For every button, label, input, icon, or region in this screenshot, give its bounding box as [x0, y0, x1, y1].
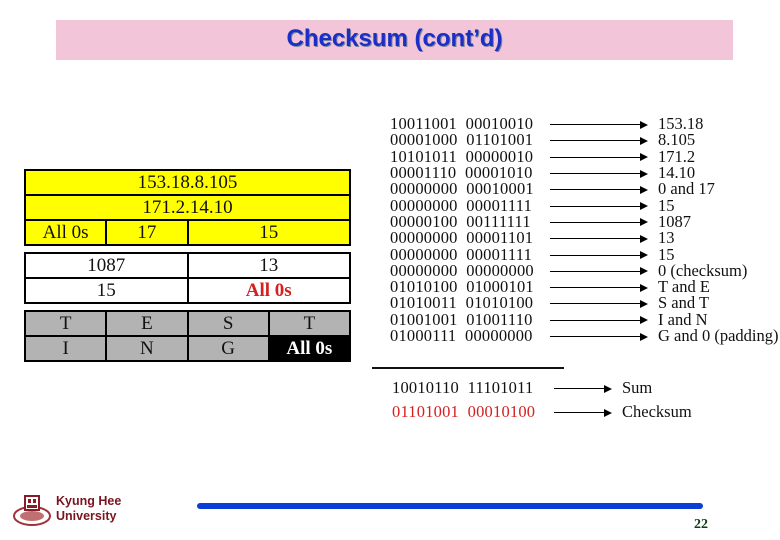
arrow-icon: [554, 404, 612, 420]
arrow-icon: [550, 116, 648, 132]
pseudo-header-table: 153.18.8.105 171.2.14.10 All 0s 17 15: [23, 169, 351, 246]
row-bits: 01000111 00000000: [390, 326, 533, 346]
checksum-bits: 01101001 00010100: [392, 402, 536, 421]
protocol-cell: 17: [105, 219, 189, 246]
slide-title-bar: Checksum (cont’d): [56, 20, 733, 60]
row-result: G and 0 (padding): [658, 326, 779, 346]
arrow-icon: [550, 295, 648, 311]
data-table: T E S T I N G All 0s: [23, 310, 352, 362]
total-length-cell: 15: [24, 277, 189, 304]
page-number: 22: [694, 517, 708, 532]
university-logo-icon: [13, 495, 51, 526]
arrow-icon: [550, 198, 648, 214]
arrow-icon: [554, 380, 612, 396]
sum-and-checksum: 10010110 11101011 Sum 01101001 00010100 …: [392, 376, 692, 424]
data-cell: S: [186, 310, 270, 337]
data-cell: T: [23, 310, 108, 337]
binary-calculation: 10011001 00010010 153.18 00001000 01101001…: [390, 114, 779, 346]
destination-ip-cell: 171.2.14.10: [24, 194, 351, 221]
data-cell: I: [23, 335, 108, 362]
data-cell: T: [267, 310, 352, 337]
source-ip-cell: 153.18.8.105: [24, 169, 351, 196]
udp-length-cell: 15: [186, 219, 351, 246]
calculation-row: 01000111 00000000 G and 0 (padding): [390, 326, 779, 346]
arrow-icon: [550, 263, 648, 279]
university-line-2: University: [56, 509, 117, 523]
source-port-cell: 1087: [24, 252, 189, 279]
arrow-icon: [550, 328, 648, 344]
arrow-icon: [550, 214, 648, 230]
arrow-icon: [550, 132, 648, 148]
sum-separator-line: [372, 367, 564, 369]
checksum-label: Checksum: [622, 402, 692, 421]
university-line-1: Kyung Hee: [56, 494, 122, 508]
padding-cell: All 0s: [267, 335, 352, 362]
arrow-icon: [550, 181, 648, 197]
arrow-icon: [550, 149, 648, 165]
udp-header-table: 1087 13 15 All 0s: [24, 252, 351, 304]
data-cell: N: [105, 335, 189, 362]
sum-label: Sum: [622, 378, 653, 397]
destination-port-cell: 13: [186, 252, 351, 279]
arrow-icon: [550, 165, 648, 181]
university-name: Kyung Hee University: [56, 494, 121, 524]
data-cell: G: [186, 335, 270, 362]
arrow-icon: [550, 312, 648, 328]
checksum-cell: All 0s: [186, 277, 351, 304]
zeros-cell: All 0s: [23, 219, 108, 246]
slide-title: Checksum (cont’d): [286, 25, 503, 52]
sum-row: 10010110 11101011 Sum: [392, 376, 692, 400]
checksum-row: 01101001 00010100 Checksum: [392, 400, 692, 424]
arrow-icon: [550, 230, 648, 246]
arrow-icon: [550, 247, 648, 263]
arrow-icon: [550, 279, 648, 295]
data-cell: E: [105, 310, 189, 337]
footer-divider-bar: [197, 503, 703, 509]
sum-bits: 10010110 11101011: [392, 378, 534, 397]
